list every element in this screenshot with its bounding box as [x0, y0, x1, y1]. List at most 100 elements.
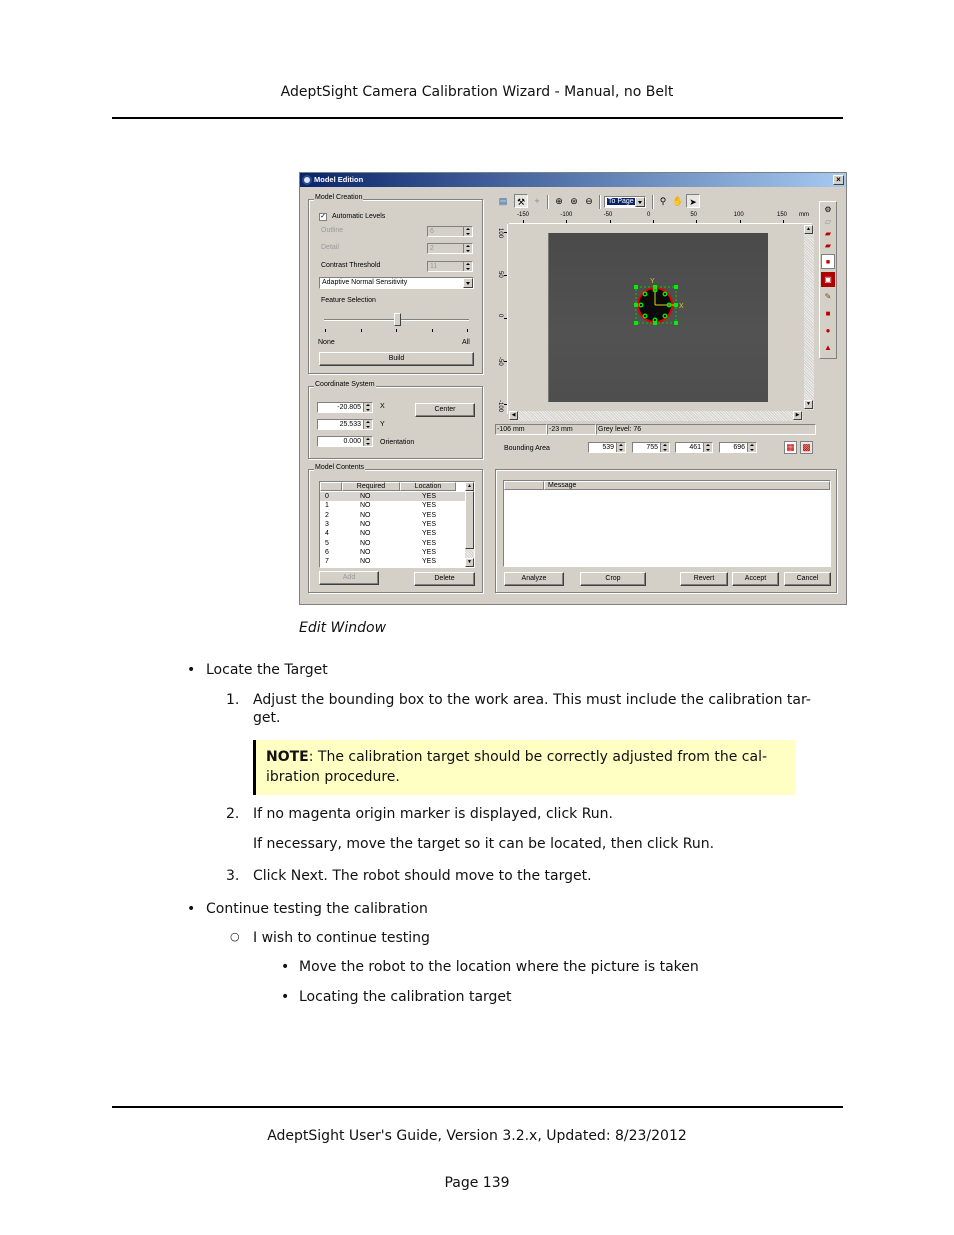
column-header-required[interactable]: Required: [342, 482, 400, 491]
eraser-icon[interactable]: ✎: [821, 289, 835, 304]
bounding-top-spinner[interactable]: 461: [675, 442, 713, 453]
analyze-button[interactable]: Analyze: [504, 572, 564, 586]
table-cell: 0: [325, 493, 329, 500]
zoom-fit-icon[interactable]: ⊛: [567, 194, 581, 208]
toolbar-separator: [547, 195, 548, 209]
right-tool-strip: ⚙ ▱ ▰ ▰ ■ ▣ ✎ ■ ● ▲: [819, 201, 837, 359]
spin-arrows-icon[interactable]: [363, 403, 372, 412]
pointer-icon[interactable]: ➤: [686, 194, 700, 208]
chevron-down-icon[interactable]: [463, 278, 473, 288]
step-number: 3.: [226, 868, 240, 884]
camera-image[interactable]: Y X: [548, 233, 768, 402]
table-scrollbar[interactable]: ▲ ▼: [465, 482, 474, 567]
image-canvas[interactable]: Y X: [509, 225, 802, 412]
step-2-text: If no magenta origin marker is displayed…: [253, 806, 613, 822]
revert-button[interactable]: Revert: [680, 572, 728, 586]
orientation-spinner[interactable]: 0.000: [317, 436, 373, 447]
image-vscrollbar[interactable]: ▲ ▼: [804, 225, 814, 410]
table-row[interactable]: 3 NO YES: [320, 520, 465, 529]
automatic-levels-checkbox[interactable]: ✓: [319, 213, 327, 221]
scroll-right-icon[interactable]: ▶: [793, 411, 802, 420]
image-hscrollbar[interactable]: ◀ ▶: [509, 411, 803, 421]
grid-split-icon[interactable]: ▩: [800, 441, 813, 454]
page-footer: AdeptSight User's Guide, Version 3.2.x, …: [267, 1128, 687, 1144]
table-row[interactable]: 6 NO YES: [320, 548, 465, 557]
feature-slider-thumb[interactable]: [393, 313, 401, 326]
model-contents-table: Required Location 0 NO YES 1 NO YES 2 NO YES 3 NO Y…: [319, 481, 475, 568]
bullet-icon: •: [187, 662, 196, 678]
column-header-index[interactable]: [320, 482, 342, 491]
spin-arrows-icon[interactable]: [463, 244, 472, 253]
table-cell: NO: [360, 520, 371, 528]
table-cell: YES: [422, 539, 437, 547]
spin-arrows-icon[interactable]: [616, 443, 625, 452]
bounding-bottom-value: 696: [733, 444, 745, 451]
plane-with-arrow-icon[interactable]: ▰: [821, 238, 835, 253]
scroll-up-icon[interactable]: ▲: [804, 225, 813, 234]
table-row[interactable]: 0 NO YES: [320, 492, 465, 502]
zoom-in-icon[interactable]: ⊕: [552, 194, 566, 208]
origin-y-spinner[interactable]: 25.533: [317, 419, 373, 430]
calibration-target[interactable]: Y X: [631, 277, 691, 332]
build-button[interactable]: Build: [319, 352, 474, 366]
zoom-out-icon[interactable]: ⊖: [582, 194, 596, 208]
spin-arrows-icon[interactable]: [660, 443, 669, 452]
circle-icon[interactable]: ●: [821, 323, 835, 338]
table-row[interactable]: 2 NO YES: [320, 511, 465, 520]
crop-button[interactable]: Crop: [580, 572, 646, 586]
table-row[interactable]: 4 NO YES: [320, 529, 465, 538]
grid-view-icon[interactable]: ▦: [784, 441, 797, 454]
message-col-blank[interactable]: [504, 481, 544, 490]
scroll-up-icon[interactable]: ▲: [465, 482, 474, 491]
table-row[interactable]: 1 NO YES: [320, 501, 465, 510]
scroll-thumb[interactable]: [465, 491, 474, 549]
outline-spinner[interactable]: 6: [427, 226, 473, 237]
spin-arrows-icon[interactable]: [463, 227, 472, 236]
spin-arrows-icon[interactable]: [363, 437, 372, 446]
spin-arrows-icon[interactable]: [463, 262, 472, 271]
bounding-right-spinner[interactable]: 755: [632, 442, 670, 453]
chevron-down-icon[interactable]: [635, 197, 645, 207]
polygon-icon[interactable]: ▲: [821, 340, 835, 355]
origin-x-spinner[interactable]: -20.805: [317, 402, 373, 413]
tools-icon[interactable]: ⚒: [514, 194, 528, 208]
accept-button[interactable]: Accept: [732, 572, 779, 586]
close-button[interactable]: ×: [833, 175, 844, 185]
table-row[interactable]: 7 NO YES: [320, 557, 465, 566]
add-button[interactable]: Add: [319, 571, 379, 585]
scroll-down-icon[interactable]: ▼: [804, 400, 813, 409]
detail-spinner[interactable]: 2: [427, 243, 473, 254]
ruler-tick-label: 100: [733, 212, 744, 218]
contrast-threshold-spinner[interactable]: 11: [427, 261, 473, 272]
spin-arrows-icon[interactable]: [703, 443, 712, 452]
bounding-area-icon[interactable]: ▣: [821, 272, 835, 287]
table-row[interactable]: 5 NO YES: [320, 539, 465, 548]
pan-hand-icon[interactable]: ✋: [671, 194, 685, 208]
display-options-icon[interactable]: ▤: [496, 194, 510, 208]
detail-value: 2: [430, 245, 434, 252]
scroll-down-icon[interactable]: ▼: [465, 558, 474, 567]
table-cell: YES: [422, 502, 437, 510]
ruler-tick: [739, 220, 741, 223]
sensitivity-select[interactable]: Adaptive Normal Sensitivity: [319, 277, 474, 289]
center-button[interactable]: Center: [415, 403, 475, 417]
magnifier-icon[interactable]: ⚲: [656, 194, 670, 208]
spin-arrows-icon[interactable]: [747, 443, 756, 452]
feature-selection-label: Feature Selection: [321, 297, 376, 304]
square-icon[interactable]: ■: [821, 306, 835, 321]
ruler-tick: [504, 232, 507, 233]
crosshair-icon[interactable]: +: [530, 194, 544, 208]
message-col-header[interactable]: Message: [544, 481, 830, 490]
cancel-button[interactable]: Cancel: [784, 572, 831, 586]
bounding-left-spinner[interactable]: 539: [588, 442, 626, 453]
column-header-location[interactable]: Location: [400, 482, 456, 491]
ruler-tick-label: 0: [497, 314, 503, 318]
spin-arrows-icon[interactable]: [363, 420, 372, 429]
horizontal-ruler: -150 -100 -50 0 50 100 150 mm: [509, 212, 812, 224]
fit-corners-icon[interactable]: ■: [821, 254, 835, 269]
bounding-bottom-spinner[interactable]: 696: [719, 442, 757, 453]
delete-button[interactable]: Delete: [414, 572, 475, 586]
table-cell: NO: [360, 539, 371, 547]
scroll-left-icon[interactable]: ◀: [509, 411, 518, 420]
zoom-mode-select[interactable]: To Page: [604, 196, 646, 208]
